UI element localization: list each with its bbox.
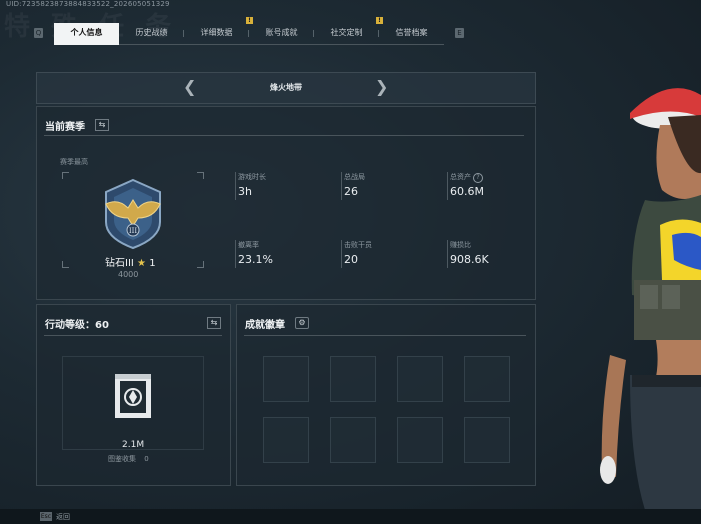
stat-bar xyxy=(341,172,342,200)
stat-bar xyxy=(447,172,448,200)
diamond-rank-emblem-icon: III xyxy=(105,178,161,250)
chevron-right-icon[interactable]: ❯ xyxy=(375,79,388,95)
frame-corner xyxy=(62,261,69,268)
tab-social-custom[interactable]: 社交定制 ! xyxy=(314,17,383,45)
operator-character-image xyxy=(600,88,701,524)
stat-value: 23.1% xyxy=(238,253,273,266)
tab-detailed-data[interactable]: 详细数据 ! xyxy=(184,17,253,45)
stat-value: 3h xyxy=(238,185,252,198)
tab-label: 社交定制 xyxy=(330,28,363,37)
stat-bar xyxy=(235,240,236,268)
tab-history[interactable]: 历史战绩 xyxy=(119,23,184,45)
prev-tab-key-icon[interactable]: Q xyxy=(34,28,43,38)
swap-icon[interactable]: ⇆ xyxy=(95,119,109,131)
tab-label: 个人信息 xyxy=(70,28,103,37)
collection-row: 图鉴收集 0 xyxy=(108,454,149,464)
season-best-label: 赛季最高 xyxy=(60,158,88,166)
action-level-value: 2.1M xyxy=(122,440,145,450)
stat-value: 26 xyxy=(344,185,358,198)
action-level-divider xyxy=(44,335,222,336)
frame-corner xyxy=(62,172,69,179)
badge-slot[interactable] xyxy=(263,356,309,402)
stat-label: 总资产? xyxy=(450,172,483,183)
star-icon: ★ xyxy=(137,258,147,269)
badge-slot[interactable] xyxy=(397,417,443,463)
tab-label: 账号成就 xyxy=(265,28,298,37)
frame-corner xyxy=(197,261,204,268)
frame-corner xyxy=(197,172,204,179)
vault-case-icon xyxy=(115,374,151,418)
tab-achievements[interactable]: 账号成就 xyxy=(249,23,314,45)
esc-key-icon[interactable]: Esc xyxy=(40,512,52,521)
season-divider xyxy=(44,135,524,136)
help-icon[interactable]: ? xyxy=(473,173,483,183)
action-level-title: 行动等级：60 xyxy=(45,320,109,331)
stat-bar xyxy=(341,240,342,268)
stat-label-text: 总资产 xyxy=(450,173,471,181)
back-label[interactable]: 返回 xyxy=(56,512,70,522)
rank-name: 钻石III ★ 1 xyxy=(105,254,156,269)
stat-label: 赚损比 xyxy=(450,241,471,249)
gear-icon[interactable]: ⚙ xyxy=(295,317,309,329)
collection-label: 图鉴收集 xyxy=(108,455,136,463)
achievements-title: 成就徽章 xyxy=(245,320,285,331)
stat-bar xyxy=(447,240,448,268)
stat-value: 908.6K xyxy=(450,253,489,266)
map-selector: ❮ 烽火地带 ❯ xyxy=(36,72,536,104)
stat-label: 撤离率 xyxy=(238,241,259,249)
badge-slot[interactable] xyxy=(397,356,443,402)
stat-label: 游戏时长 xyxy=(238,173,266,181)
next-tab-key-icon[interactable]: E xyxy=(455,28,464,38)
badge-slot[interactable] xyxy=(330,417,376,463)
tab-bar: 个人信息 历史战绩 详细数据 ! 账号成就 社交定制 ! 信誉档案 xyxy=(54,17,444,45)
rank-score: 4000 xyxy=(118,270,139,279)
stat-value: 20 xyxy=(344,253,358,266)
tab-label: 历史战绩 xyxy=(135,28,168,37)
stat-label: 总战局 xyxy=(344,173,365,181)
tab-label: 信誉档案 xyxy=(395,28,428,37)
achievements-divider xyxy=(244,335,526,336)
badge-slot[interactable] xyxy=(464,417,510,463)
bottom-bar xyxy=(0,509,701,524)
rank-stars: 1 xyxy=(149,258,156,269)
stat-bar xyxy=(235,172,236,200)
stat-label: 击败干员 xyxy=(344,241,372,249)
collection-value: 0 xyxy=(144,455,149,463)
rank-tier: 钻石III xyxy=(105,258,134,269)
badge-slot[interactable] xyxy=(330,356,376,402)
stat-value: 60.6M xyxy=(450,185,484,198)
svg-text:III: III xyxy=(129,227,138,235)
tab-label: 详细数据 xyxy=(200,28,233,37)
tab-personal-info[interactable]: 个人信息 xyxy=(54,23,119,45)
map-name: 烽火地带 xyxy=(270,83,302,92)
badge-slot[interactable] xyxy=(263,417,309,463)
swap-icon[interactable]: ⇆ xyxy=(207,317,221,329)
season-title: 当前赛季 xyxy=(45,122,85,133)
tab-reputation[interactable]: 信誉档案 xyxy=(379,23,444,45)
badge-slot[interactable] xyxy=(464,356,510,402)
